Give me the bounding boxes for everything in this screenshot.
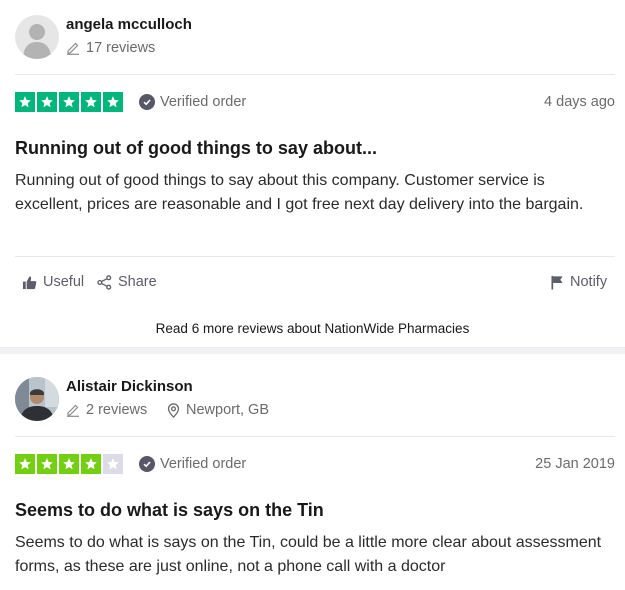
checkmark-icon <box>139 94 155 110</box>
user-photo-icon <box>15 377 59 421</box>
reviewer-review-count: 2 reviews <box>66 402 147 418</box>
reviewer-name[interactable]: angela mcculloch <box>66 16 192 33</box>
star-icon <box>81 92 101 112</box>
star-rating <box>15 454 123 474</box>
notify-button[interactable]: Notify <box>550 274 607 290</box>
divider <box>15 436 615 437</box>
thumbs-up-icon <box>22 275 37 289</box>
reviewer-name[interactable]: Alistair Dickinson <box>66 378 193 395</box>
read-more-strip: Read 6 more reviews about NationWide Pha… <box>0 309 625 348</box>
pencil-icon <box>67 42 79 55</box>
useful-button[interactable]: Useful <box>22 274 84 290</box>
star-icon <box>15 92 35 112</box>
share-button[interactable]: Share <box>97 274 157 290</box>
review-count-text: 17 reviews <box>86 40 156 56</box>
star-icon <box>81 454 101 474</box>
avatar-photo[interactable] <box>15 377 59 421</box>
review-body: Seems to do what is says on the Tin, cou… <box>15 534 602 575</box>
share-label: Share <box>118 274 157 290</box>
verified-label: Verified order <box>160 94 247 110</box>
star-rating <box>15 92 123 112</box>
star-icon <box>37 92 57 112</box>
review-count-text: 2 reviews <box>86 402 148 418</box>
notify-label: Notify <box>570 274 608 290</box>
verified-order-badge[interactable]: Verified order <box>139 94 246 110</box>
pencil-icon <box>67 404 79 417</box>
divider <box>15 256 615 257</box>
review-date: 25 Jan 2019 <box>535 456 615 472</box>
star-icon <box>59 454 79 474</box>
flag-icon <box>551 275 563 290</box>
review-title[interactable]: Seems to do what is says on the Tin <box>15 500 324 521</box>
checkmark-icon <box>139 456 155 472</box>
review-date: 4 days ago <box>544 94 615 110</box>
review-card-1: angela mcculloch 17 reviews Verified ord… <box>0 0 625 310</box>
location-text: Newport, GB <box>186 402 269 418</box>
verified-label: Verified order <box>160 456 247 472</box>
review-title[interactable]: Running out of good things to say about.… <box>15 138 377 159</box>
star-icon <box>59 92 79 112</box>
star-icon <box>103 92 123 112</box>
divider <box>15 74 615 75</box>
avatar-placeholder[interactable] <box>15 15 59 59</box>
review-card-2: Alistair Dickinson 2 reviews Newport, GB… <box>0 354 625 590</box>
reviewer-location: Newport, GB <box>167 402 269 418</box>
review-body: Running out of good things to say about … <box>15 172 584 213</box>
star-icon <box>37 454 57 474</box>
star-icon-empty <box>103 454 123 474</box>
share-icon <box>97 274 112 290</box>
star-icon <box>15 454 35 474</box>
verified-order-badge[interactable]: Verified order <box>139 456 246 472</box>
reviewer-review-count: 17 reviews <box>66 40 155 56</box>
user-placeholder-icon <box>23 24 51 59</box>
location-pin-icon <box>167 402 180 418</box>
read-more-reviews-link[interactable]: Read 6 more reviews about NationWide Pha… <box>0 321 625 336</box>
useful-label: Useful <box>43 274 85 290</box>
